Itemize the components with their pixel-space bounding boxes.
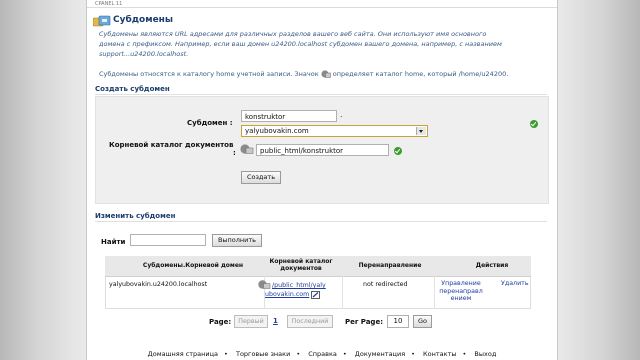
- footer-separator: •: [462, 350, 467, 358]
- header-docroot: Корневой каталог документов: [269, 258, 333, 272]
- subdomain-input[interactable]: konstruktor: [241, 110, 337, 122]
- footer-nav: Домашняя страница • Торговые знаки • Справ…: [87, 350, 557, 358]
- subdomain-ok-check-icon: [530, 120, 538, 128]
- per-page-label: Per Page:: [345, 318, 383, 326]
- footer-separator: •: [411, 350, 415, 358]
- home-folder-icon: [258, 280, 271, 289]
- footer-separator: •: [224, 350, 228, 358]
- footer-link-docs[interactable]: Документация: [355, 350, 405, 358]
- subdomains-icon: [93, 15, 111, 27]
- docroot-input[interactable]: public_html/konstruktor: [256, 144, 389, 156]
- description-line-1: Субдомены являются URL адресами для разл…: [99, 30, 487, 38]
- row-docroot-link[interactable]: /public_html/yaly: [272, 282, 326, 290]
- row-subdomain: yalyubovakin.u24200.localhost: [109, 281, 208, 288]
- create-button[interactable]: Создать: [241, 171, 281, 184]
- footer-link-contacts[interactable]: Контакты: [423, 350, 456, 358]
- docroot-label: Корневой каталог документов: [109, 141, 234, 149]
- docroot-ok-check-icon: [394, 147, 402, 155]
- table-header: Субдомены.Корневой домен Корневой катало…: [105, 256, 531, 277]
- row-redirect-status: not redirected: [363, 281, 408, 288]
- pager-last-button[interactable]: Последний: [287, 315, 333, 328]
- column-divider: [342, 276, 343, 309]
- search-button[interactable]: Выполнить: [212, 234, 262, 247]
- column-divider: [434, 276, 435, 309]
- create-subdomain-title: Создать субдомен: [95, 85, 170, 93]
- section-divider: [95, 94, 547, 95]
- chevron-down-icon[interactable]: [416, 127, 426, 135]
- home-folder-icon: [321, 70, 331, 78]
- pager-page-label: Page:: [209, 318, 232, 326]
- footer-separator: •: [296, 350, 301, 358]
- footer-link-trademarks[interactable]: Торговые знаки: [236, 350, 290, 358]
- subdomain-dot: .: [340, 110, 343, 119]
- domain-select-value: yalyubovakin.com: [245, 127, 309, 135]
- search-label: Найти: [101, 238, 126, 246]
- section-divider-2: [95, 221, 547, 222]
- description-line-3: support...u24200.localhost.: [99, 50, 189, 58]
- modify-subdomain-title: Изменить субдомен: [95, 212, 176, 220]
- home-description: Субдомены относятся к каталогу home учет…: [99, 69, 508, 79]
- search-input[interactable]: [130, 234, 206, 246]
- subdomain-label: Субдомен :: [187, 119, 233, 127]
- footer-link-home[interactable]: Домашняя страница: [148, 350, 218, 358]
- manage-redirect-link[interactable]: Управление перенаправл ением: [438, 280, 484, 303]
- home-folder-icon: [240, 144, 254, 154]
- header-actions: Действия: [475, 262, 509, 269]
- header-redirect: Перенаправление: [358, 262, 422, 269]
- pager-first-button[interactable]: Первый: [234, 315, 268, 328]
- footer-link-logout[interactable]: Выход: [474, 350, 496, 358]
- page-title: Субдомены: [113, 15, 174, 25]
- description-line-2: домена с префиксом. Например, если ваш д…: [99, 40, 502, 48]
- per-page-go-button[interactable]: Go: [413, 315, 432, 328]
- footer-separator: •: [342, 350, 347, 358]
- edit-icon[interactable]: [311, 291, 320, 299]
- footer-link-help[interactable]: Справка: [308, 350, 337, 358]
- per-page-input[interactable]: 10: [387, 315, 409, 328]
- pager-current-page[interactable]: 1: [273, 317, 278, 325]
- docroot-colon: :: [233, 149, 236, 157]
- row-docroot-link-2[interactable]: ubovakin.com: [265, 291, 309, 299]
- domain-select[interactable]: yalyubovakin.com: [241, 125, 428, 137]
- cpanel-panel: CPANEL 11 Субдомены Субдомены являются U…: [86, 0, 558, 360]
- home-description-start: Субдомены относятся к каталогу home учет…: [99, 70, 319, 78]
- header-subdomain: Субдомены.Корневой домен: [142, 262, 244, 269]
- top-divider: [87, 7, 557, 8]
- home-description-end: определяет каталог home, который /home/u…: [332, 70, 509, 78]
- delete-link[interactable]: Удалить: [501, 280, 529, 288]
